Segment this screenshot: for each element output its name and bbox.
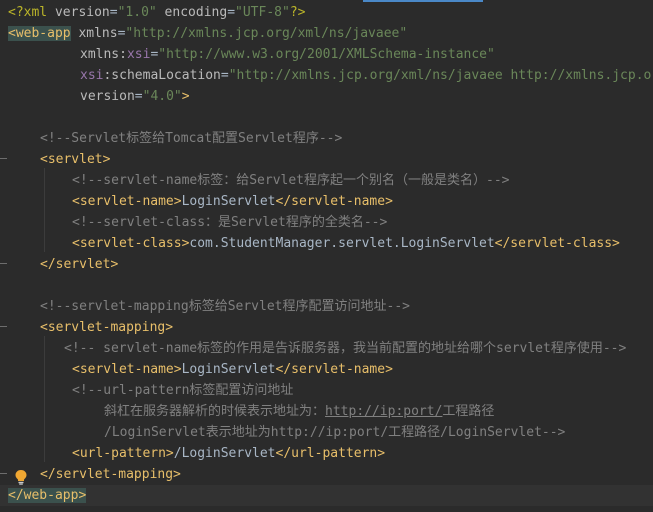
equals: = bbox=[109, 5, 118, 20]
servlet-name-open-tag: <servlet-name> bbox=[72, 194, 182, 209]
code-line-2[interactable]: <web-app xmlns="http://xmlns.jcp.org/xml… bbox=[0, 23, 653, 44]
servlet-open-tag: <servlet> bbox=[40, 152, 111, 167]
code-line-20[interactable]: 斜杠在服务器解析的时候表示地址为：http://ip:port/工程路径 bbox=[0, 401, 653, 422]
xml-comment: <!-- servlet-name标签的作用是告诉服务器，我当前配置的地址给哪个… bbox=[64, 341, 627, 356]
attr-name: version bbox=[80, 89, 135, 104]
code-line-12[interactable]: <servlet-class>com.StudentManager.servle… bbox=[0, 233, 653, 254]
attr-value: "http://xmlns.jcp.org/xml/ns/javaee" bbox=[125, 26, 408, 41]
code-line-13[interactable]: </servlet> bbox=[0, 254, 653, 275]
attr-name: :schemaLocation bbox=[103, 68, 221, 83]
code-line-8[interactable]: <servlet> bbox=[0, 149, 653, 170]
url-pattern-value: /LoginServlet bbox=[173, 446, 276, 461]
comment-text: 工程路径 bbox=[442, 404, 495, 419]
comment-text: 斜杠在服务器解析的时候表示地址为： bbox=[104, 404, 326, 419]
xml-comment: <!--Servlet标签给Tomcat配置Servlet程序--> bbox=[40, 131, 343, 146]
url-pattern-close-tag: </url-pattern> bbox=[275, 446, 386, 461]
attr-value: "http://www.w3.org/2001/XMLSchema-instan… bbox=[158, 47, 495, 62]
servlet-mapping-close-tag: </servlet-mapping> bbox=[40, 467, 181, 482]
tag-close-bracket: > bbox=[181, 89, 190, 104]
servlet-class-value: com.StudentManager.servlet.LoginServlet bbox=[189, 236, 495, 251]
servlet-name-close-tag: </servlet-name> bbox=[275, 362, 393, 377]
servlet-mapping-open-tag: <servlet-mapping> bbox=[40, 320, 174, 335]
equals: = bbox=[134, 89, 143, 104]
xml-comment: /LoginServlet表示地址为http://ip:port/工程路径/Lo… bbox=[104, 425, 566, 440]
attr-value: "http://xmlns.jcp.org/xml/ns/javaee http… bbox=[228, 68, 653, 83]
xml-prolog-open: <?xml bbox=[8, 5, 55, 20]
code-line-1[interactable]: <?xml version="1.0" encoding="UTF-8"?> bbox=[0, 2, 653, 23]
attr-value: "UTF-8" bbox=[235, 5, 290, 20]
code-line-19[interactable]: <!--url-pattern标签配置访问地址 bbox=[0, 380, 653, 401]
servlet-name-close-tag: </servlet-name> bbox=[275, 194, 393, 209]
attr-name: encoding bbox=[156, 5, 228, 20]
xml-comment: <!--servlet-mapping标签给Servlet程序配置访问地址--> bbox=[40, 299, 410, 314]
code-line-10[interactable]: <servlet-name>LoginServlet</servlet-name… bbox=[0, 191, 653, 212]
servlet-name-open-tag: <servlet-name> bbox=[72, 362, 182, 377]
attr-name: xmlns bbox=[70, 26, 118, 41]
attr-value: "1.0" bbox=[117, 5, 157, 20]
xml-comment: <!--url-pattern标签配置访问地址 bbox=[72, 383, 294, 398]
code-line-3[interactable]: xmlns:xsi="http://www.w3.org/2001/XMLSch… bbox=[0, 44, 653, 65]
xml-comment: <!--servlet-class：是Servlet程序的全类名--> bbox=[72, 215, 388, 230]
code-line-7[interactable]: <!--Servlet标签给Tomcat配置Servlet程序--> bbox=[0, 128, 653, 149]
ns-colon: : bbox=[119, 47, 127, 62]
lightbulb-icon[interactable] bbox=[14, 469, 28, 485]
ns-prefix: xsi bbox=[80, 68, 104, 83]
servlet-name-value: LoginServlet bbox=[181, 362, 276, 377]
code-line-17[interactable]: <!-- servlet-name标签的作用是告诉服务器，我当前配置的地址给哪个… bbox=[0, 338, 653, 359]
servlet-class-close-tag: </servlet-class> bbox=[494, 236, 620, 251]
code-line-22[interactable]: <url-pattern>/LoginServlet</url-pattern> bbox=[0, 443, 653, 464]
url-pattern-open-tag: <url-pattern> bbox=[72, 446, 174, 461]
web-app-open-tag: <web-app bbox=[8, 26, 71, 41]
attr-name: xmlns bbox=[80, 47, 120, 62]
xml-prolog-close: ?> bbox=[289, 5, 306, 20]
code-line-16[interactable]: <servlet-mapping> bbox=[0, 317, 653, 338]
servlet-close-tag: </servlet> bbox=[40, 257, 119, 272]
servlet-name-value: LoginServlet bbox=[181, 194, 276, 209]
code-line-24[interactable]: </web-app> bbox=[0, 485, 653, 506]
attr-name: version bbox=[54, 5, 110, 20]
code-line-23[interactable]: </servlet-mapping> bbox=[0, 464, 653, 485]
code-line-5[interactable]: version="4.0"> bbox=[0, 86, 653, 107]
equals: = bbox=[220, 68, 229, 83]
code-line-4[interactable]: xsi:schemaLocation="http://xmlns.jcp.org… bbox=[0, 65, 653, 86]
code-line-9[interactable]: <!--servlet-name标签：给Servlet程序起一个别名（一般是类名… bbox=[0, 170, 653, 191]
web-app-close-tag: </web-app> bbox=[8, 488, 87, 503]
comment-link[interactable]: http://ip:port/ bbox=[325, 404, 442, 419]
code-line-15[interactable]: <!--servlet-mapping标签给Servlet程序配置访问地址--> bbox=[0, 296, 653, 317]
equals: = bbox=[227, 5, 236, 20]
code-line-11[interactable]: <!--servlet-class：是Servlet程序的全类名--> bbox=[0, 212, 653, 233]
ns-prefix: xsi bbox=[126, 47, 151, 62]
code-editor[interactable]: <?xml version="1.0" encoding="UTF-8"?> <… bbox=[0, 0, 653, 512]
code-line-21[interactable]: /LoginServlet表示地址为http://ip:port/工程路径/Lo… bbox=[0, 422, 653, 443]
code-line-18[interactable]: <servlet-name>LoginServlet</servlet-name… bbox=[0, 359, 653, 380]
servlet-class-open-tag: <servlet-class> bbox=[72, 236, 190, 251]
xml-comment: <!--servlet-name标签：给Servlet程序起一个别名（一般是类名… bbox=[72, 173, 510, 188]
attr-value: "4.0" bbox=[142, 89, 182, 104]
